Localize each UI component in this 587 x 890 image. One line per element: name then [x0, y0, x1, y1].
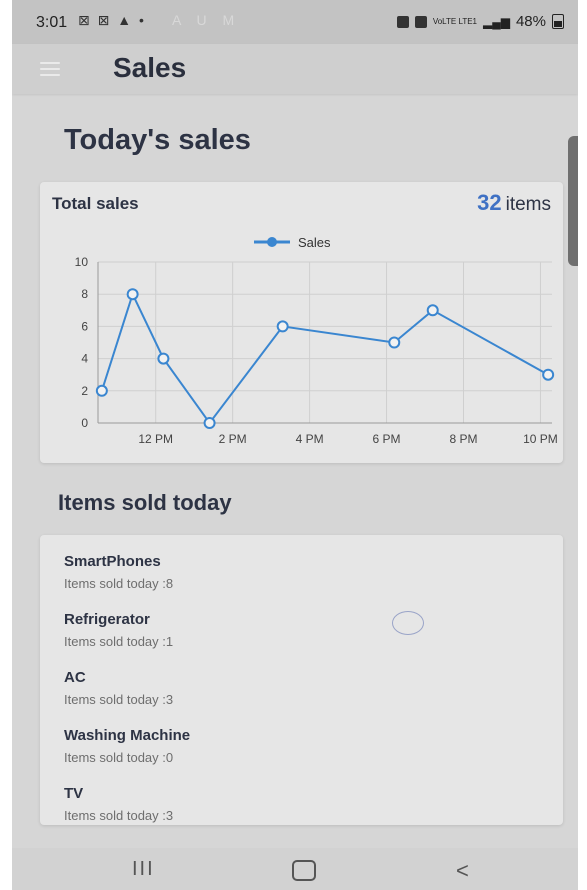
- phone-screen: 3:01 ⊠ ⊠ ▲ • A U M VoLTE LTE1 ▂▄▆ 48% Sa…: [12, 0, 578, 890]
- y-tick-label: 10: [75, 255, 89, 269]
- items-list-card: SmartPhones Items sold today :8 Refriger…: [40, 535, 563, 825]
- y-tick-label: 0: [81, 416, 88, 430]
- scrollbar[interactable]: [568, 136, 578, 266]
- item-name: SmartPhones: [64, 553, 161, 570]
- total-count: 32: [477, 190, 502, 215]
- sales-line-chart: Sales 0 2 4 6 8 10 12 PM 2 PM 4 PM 6 PM 8 PM 10 PM: [75, 235, 558, 446]
- network-label: VoLTE LTE1: [432, 16, 477, 26]
- loading-spinner-icon: [392, 611, 424, 635]
- y-tick-label: 4: [81, 352, 88, 366]
- item-detail: Items sold today :3: [64, 692, 174, 707]
- status-bar: 3:01 ⊠ ⊠ ▲ • A U M VoLTE LTE1 ▂▄▆ 48%: [12, 0, 578, 44]
- item-name: Refrigerator: [64, 611, 150, 628]
- app-title: Sales: [113, 52, 187, 83]
- x-tick-label: 10 PM: [523, 432, 558, 446]
- app-bar: Sales: [12, 44, 578, 94]
- list-item-smartphones[interactable]: SmartPhones Items sold today :8: [64, 553, 173, 591]
- status-right-group: VoLTE LTE1 ▂▄▆ 48%: [396, 13, 564, 30]
- card-title: Total sales: [52, 194, 139, 213]
- data-icon: [414, 15, 427, 28]
- menu-icon[interactable]: [40, 62, 60, 76]
- data-point: [157, 352, 170, 365]
- status-time: 3:01: [36, 14, 68, 31]
- x-tick-label: 8 PM: [450, 432, 478, 446]
- page-title: Today's sales: [64, 124, 251, 156]
- data-point: [542, 368, 555, 381]
- signal-icon: ▂▄▆: [483, 14, 510, 29]
- list-item-washing-machine[interactable]: Washing Machine Items sold today :0: [64, 727, 190, 765]
- total-sales-card: Total sales 32 items Sales 0 2 4 6 8 10 12 PM 2 P…: [40, 182, 563, 463]
- item-detail: Items sold today :0: [64, 750, 174, 765]
- data-point: [426, 304, 439, 317]
- item-name: TV: [64, 785, 84, 802]
- total-unit: items: [505, 194, 551, 215]
- x-tick-label: 2 PM: [219, 432, 247, 446]
- item-detail: Items sold today :3: [64, 808, 174, 823]
- items-section-heading: Items sold today: [58, 490, 232, 515]
- y-tick-label: 6: [81, 319, 88, 333]
- data-point: [126, 288, 139, 301]
- item-name: Washing Machine: [64, 727, 191, 744]
- recent-apps-button[interactable]: III: [132, 858, 155, 881]
- faded-notification-icons: A U M: [172, 12, 241, 28]
- item-name: AC: [64, 669, 86, 686]
- list-item-tv[interactable]: TV Items sold today :3: [64, 785, 173, 823]
- legend-label: Sales: [298, 235, 331, 250]
- alarm-icon: [396, 15, 409, 28]
- data-point: [203, 417, 216, 429]
- x-tick-label: 12 PM: [138, 432, 173, 446]
- legend-marker: [267, 237, 277, 247]
- system-nav-bar: III <: [12, 848, 578, 890]
- back-button[interactable]: <: [456, 858, 469, 884]
- home-button[interactable]: [292, 860, 316, 881]
- battery-percent: 48%: [515, 13, 546, 30]
- total-sales-value: 32 items: [477, 190, 551, 216]
- notification-icons: ⊠ ⊠ ▲ •: [78, 12, 146, 28]
- list-item-ac[interactable]: AC Items sold today :3: [64, 669, 173, 707]
- data-point: [95, 384, 108, 397]
- item-detail: Items sold today :8: [64, 576, 174, 591]
- data-point: [276, 320, 289, 333]
- battery-icon: [552, 14, 564, 29]
- y-tick-label: 8: [81, 287, 88, 301]
- data-point: [388, 336, 401, 349]
- y-tick-label: 2: [81, 384, 88, 398]
- x-tick-label: 6 PM: [373, 432, 401, 446]
- x-tick-label: 4 PM: [296, 432, 324, 446]
- list-item-refrigerator[interactable]: Refrigerator Items sold today :1: [64, 611, 173, 649]
- item-detail: Items sold today :1: [64, 634, 174, 649]
